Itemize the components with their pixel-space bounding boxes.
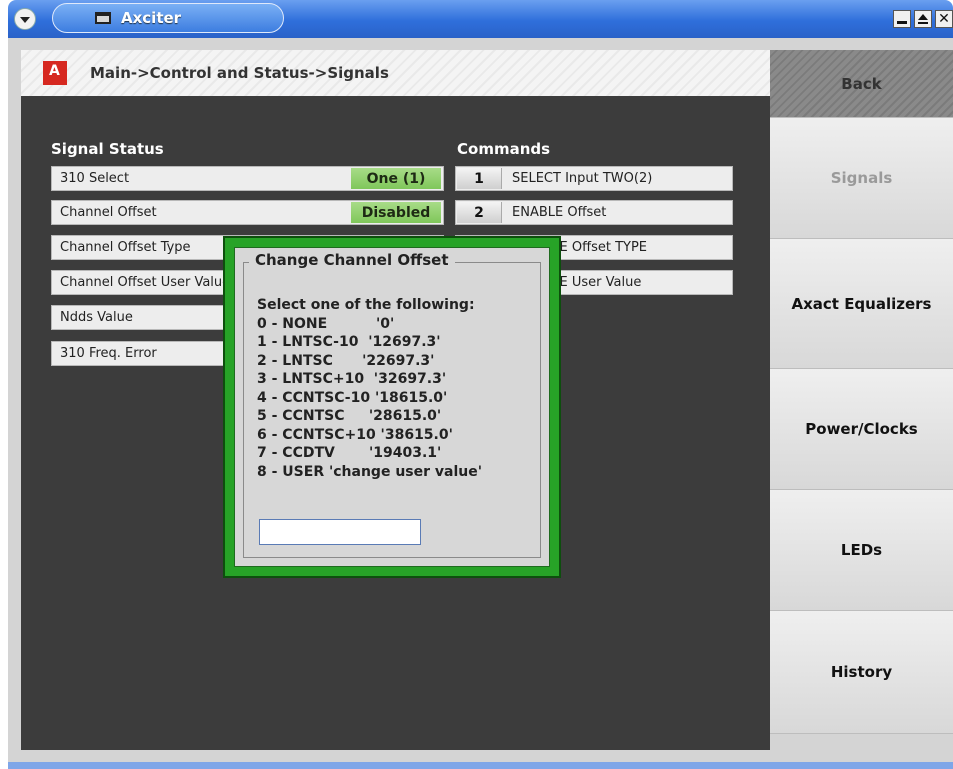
minimize-icon[interactable]: [893, 10, 911, 28]
dialog-title: Change Channel Offset: [249, 251, 455, 269]
status-label: 310 Select: [60, 171, 130, 186]
dialog-option-list: Select one of the following: 0 - NONE '0…: [257, 296, 482, 481]
dialog-body: Change Channel Offset Select one of the …: [234, 247, 550, 567]
back-button[interactable]: Back: [770, 50, 953, 118]
dialog-option-1: 1 - LNTSC-10 '12697.3': [257, 334, 441, 350]
dialog-option-3: 3 - LNTSC+10 '32697.3': [257, 371, 447, 387]
sidebar: Back Signals Axact Equalizers Power/Cloc…: [770, 50, 953, 734]
status-label: Channel Offset User Value: [60, 275, 231, 290]
close-icon[interactable]: ✕: [935, 10, 953, 28]
window-bottom-border: [8, 762, 953, 769]
change-channel-offset-dialog: Change Channel Offset Select one of the …: [223, 236, 561, 578]
dialog-prompt: Select one of the following:: [257, 297, 475, 313]
status-row-310-select: 310 Select One (1): [51, 166, 444, 191]
status-label: Channel Offset: [60, 205, 157, 220]
window-controls: ✕: [893, 10, 953, 28]
dialog-option-4: 4 - CCNTSC-10 '18615.0': [257, 389, 448, 406]
status-value: One (1): [351, 168, 441, 189]
window-title: Axciter: [121, 9, 182, 27]
dialog-option-5: 5 - CCNTSC '28615.0': [257, 408, 442, 424]
window-menu-button[interactable]: [14, 8, 36, 30]
sidebar-item-signals[interactable]: Signals: [770, 118, 953, 239]
dialog-option-7: 7 - CCDTV '19403.1': [257, 445, 442, 461]
status-label: 310 Freq. Error: [60, 346, 157, 361]
window-titlebar: Axciter ✕: [8, 0, 953, 38]
command-row-2[interactable]: 2 ENABLE Offset: [455, 200, 733, 225]
dialog-option-6: 6 - CCNTSC+10 '38615.0': [257, 426, 453, 443]
command-number-button[interactable]: 1: [457, 168, 502, 189]
sidebar-item-leds[interactable]: LEDs: [770, 490, 953, 611]
selection-input[interactable]: [259, 519, 421, 545]
sidebar-item-axact-equalizers[interactable]: Axact Equalizers: [770, 239, 953, 369]
dialog-option-8: 8 - USER 'change user value': [257, 463, 483, 480]
command-row-1[interactable]: 1 SELECT Input TWO(2): [455, 166, 733, 191]
command-number-button[interactable]: 2: [457, 202, 502, 223]
sidebar-item-history[interactable]: History: [770, 611, 953, 734]
dialog-option-0: 0 - NONE '0': [257, 315, 395, 332]
dialog-option-2: 2 - LNTSC '22697.3': [257, 352, 435, 369]
window-title-tab: Axciter: [52, 3, 284, 33]
breadcrumb: Main->Control and Status->Signals: [21, 50, 770, 96]
status-label: Channel Offset Type: [60, 240, 191, 255]
commands-title: Commands: [457, 140, 551, 158]
application-window-icon: [95, 12, 111, 24]
axcera-logo-icon: [43, 61, 67, 85]
breadcrumb-text: Main->Control and Status->Signals: [90, 64, 389, 82]
status-label: Ndds Value: [60, 310, 133, 325]
command-label: SELECT Input TWO(2): [512, 171, 653, 186]
status-value: Disabled: [351, 202, 441, 223]
maximize-icon[interactable]: [914, 10, 932, 28]
status-row-channel-offset: Channel Offset Disabled: [51, 200, 444, 225]
command-label: ENABLE Offset: [512, 205, 607, 220]
sidebar-item-power-clocks[interactable]: Power/Clocks: [770, 369, 953, 490]
signal-status-title: Signal Status: [51, 140, 164, 158]
